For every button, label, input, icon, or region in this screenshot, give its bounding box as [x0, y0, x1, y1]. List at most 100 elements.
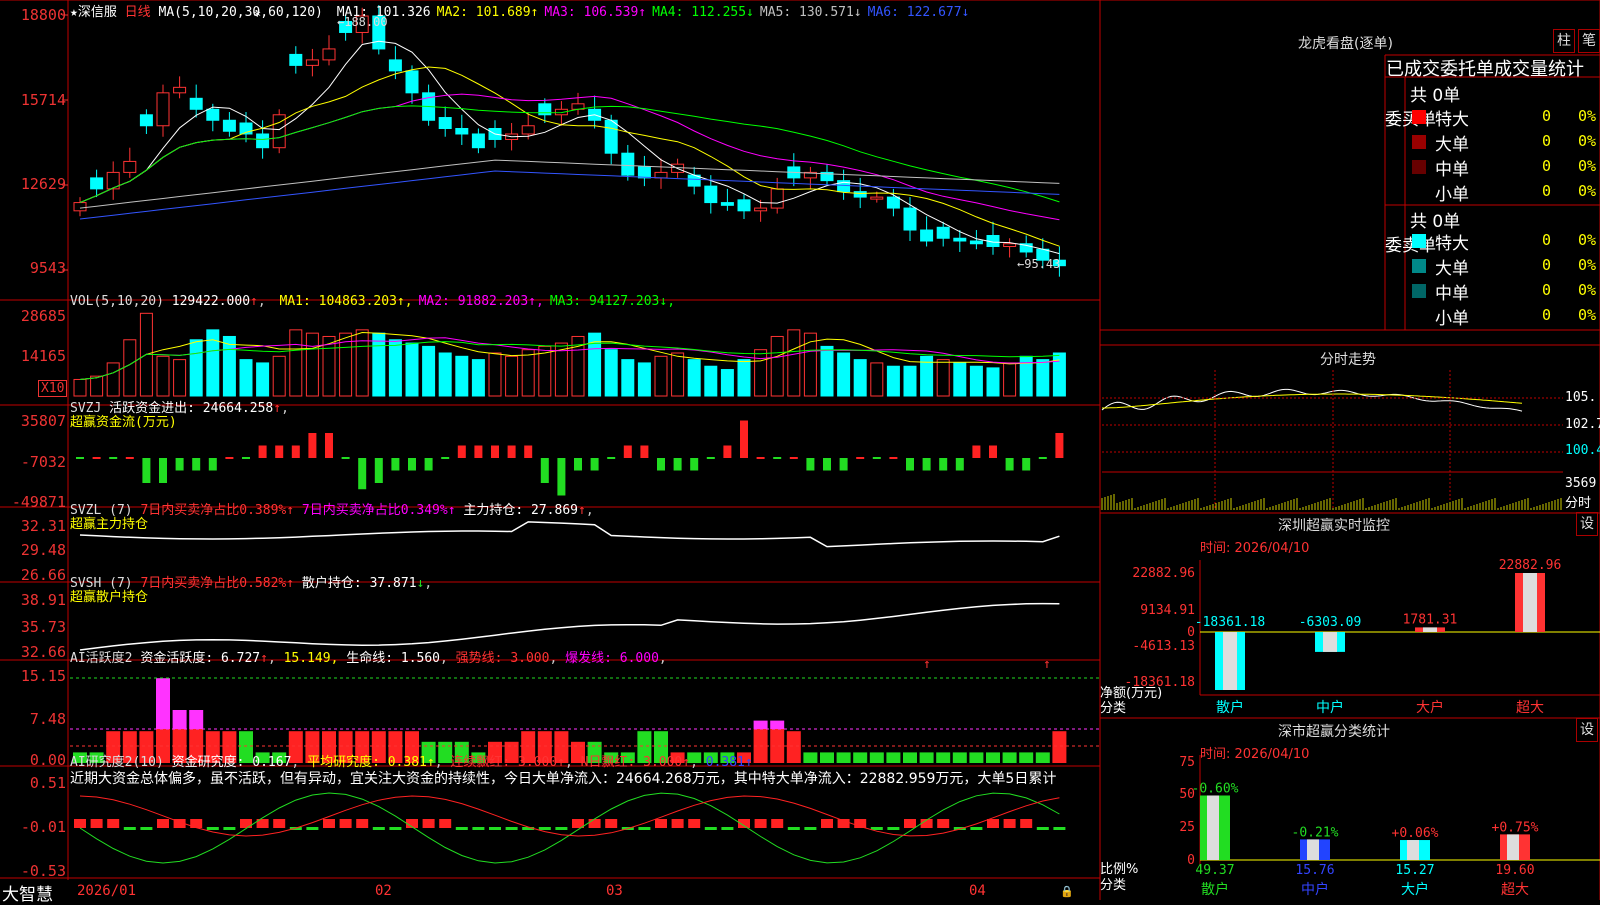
fund-flow-bar	[590, 458, 599, 471]
ma-value: MA2: 101.689↑	[436, 5, 539, 20]
ai-c-value: 1.560	[400, 651, 441, 666]
candle-body	[737, 199, 751, 212]
fund-flow-bar	[159, 458, 167, 483]
monitor-axis-tick: 22882.96	[1132, 566, 1195, 581]
research-bar	[638, 827, 651, 830]
research-bar	[1036, 827, 1049, 830]
classify-bar-shine	[1407, 840, 1419, 860]
activity-bar-upper	[172, 710, 187, 729]
research-bar	[987, 819, 999, 828]
volume-bar	[90, 375, 104, 397]
ma3-line	[79, 93, 1060, 221]
fund-flow-bar	[109, 457, 118, 459]
date-tick: 2026/01	[77, 883, 137, 899]
signal-arrow-icon: ↑	[923, 657, 931, 672]
fund-flow-bar	[1022, 458, 1031, 471]
activity-bar	[969, 752, 984, 763]
fund-flow-bar	[922, 458, 931, 471]
volume-bar	[621, 359, 635, 397]
order-row-name: 特大	[1435, 110, 1469, 130]
activity-bar	[1002, 752, 1017, 763]
classify-bar-shine	[1207, 795, 1219, 860]
fund-flow-bar	[939, 458, 948, 471]
research-bar	[439, 819, 452, 828]
svzl-stat-value: 27.869	[531, 503, 578, 518]
candle-body	[853, 191, 867, 198]
research-bar	[904, 819, 916, 828]
svzj-tick: -49871	[11, 493, 66, 511]
price-tick: 15714	[20, 91, 66, 109]
monitor-bar-value: -6303.09	[1299, 615, 1362, 630]
research-bar	[339, 819, 352, 828]
volume-bar	[687, 359, 701, 397]
activity-bar	[986, 752, 1000, 763]
left-axis: 18800 15714 12629 9543 28685 14165 35807…	[0, 0, 68, 900]
volume-bar	[289, 329, 303, 397]
ai-a-value: 6.727	[220, 651, 261, 666]
fund-flow-bar	[906, 458, 914, 471]
legend-swatch	[1412, 110, 1426, 124]
fenshi-price-line	[1101, 388, 1523, 412]
activity-bar	[1035, 752, 1050, 763]
classify-value-label: 49.37	[1195, 863, 1234, 878]
volume-bar	[853, 359, 867, 397]
order-row-count: 0	[1542, 281, 1552, 299]
volume-bar	[704, 365, 718, 397]
classify-xlabel: 分类	[1100, 878, 1127, 893]
research-bar	[555, 827, 568, 830]
volume-bar	[521, 349, 535, 397]
fund-flow-bar	[491, 445, 499, 458]
classify-settings-button[interactable]: 设	[1576, 718, 1598, 742]
fund-flow-bar	[806, 458, 815, 471]
fund-flow-bar	[1055, 433, 1064, 458]
research-bar	[489, 827, 501, 830]
monitor-category-label: 散户	[1216, 699, 1244, 716]
vol-ma-value: MA2: 91882.203↑,	[418, 294, 544, 309]
monitor-category-label: 大户	[1416, 699, 1444, 716]
classify-axis-tick: 0	[1187, 853, 1195, 868]
period-label[interactable]: 日线	[125, 5, 151, 20]
vol-title: VOL(5,10,20)	[70, 294, 164, 309]
lock-icon[interactable]: 🔒	[1060, 885, 1074, 898]
monitor-settings-button[interactable]: 设	[1576, 512, 1598, 536]
high-price-label: ←188.00	[337, 15, 388, 29]
candle-body	[256, 133, 270, 149]
order-row-pct: 0%	[1578, 231, 1597, 249]
ai-header: AI活跃度2 资金活跃度: 6.727↑, 15.149, 生命线: 1.560…	[70, 651, 667, 666]
research-bar	[273, 819, 286, 828]
svzl-tick: 29.48	[20, 541, 66, 559]
star-icon[interactable]: ★	[70, 5, 78, 20]
candle-body	[388, 59, 402, 72]
ma-value: MA6: 122.677↓	[867, 5, 970, 20]
volume-bar	[1036, 359, 1050, 397]
fund-flow-bar	[972, 445, 981, 458]
research-bar	[771, 819, 784, 828]
volume-bar	[372, 332, 386, 397]
fund-flow-bar	[955, 458, 964, 471]
research-bar	[970, 827, 983, 830]
ai2-tick: 0.51	[29, 774, 66, 792]
monitor-category-label: 中户	[1316, 699, 1344, 716]
svzl-tick: 26.66	[20, 566, 66, 584]
candle-body	[903, 207, 917, 231]
tick-mode-button[interactable]: 笔	[1578, 29, 1600, 53]
candle-body	[73, 202, 87, 212]
classify-category-label: 超大	[1501, 882, 1529, 898]
volume-bar	[720, 369, 734, 397]
vol-unit-badge: X10	[38, 380, 68, 397]
activity-bar-upper	[156, 678, 170, 729]
volume-bar	[870, 362, 884, 397]
svzj-value: 24664.258	[202, 401, 274, 416]
volume-bar	[156, 355, 170, 397]
volume-bar	[505, 355, 519, 397]
brand-logo: 大智慧	[2, 885, 53, 905]
classify-category-label: 散户	[1201, 881, 1229, 898]
activity-bar	[952, 752, 967, 763]
low-price-label: ←95.43	[1017, 257, 1061, 271]
monitor-title: 深圳超赢实时监控	[1278, 518, 1390, 534]
vol-header: VOL(5,10,20) 129422.000↑, MA1: 104863.20…	[70, 294, 676, 309]
research-bar	[90, 819, 103, 828]
bar-mode-button[interactable]: 柱	[1553, 29, 1575, 53]
ai-a-label: 资金活跃度:	[140, 651, 214, 666]
fenshi-tick: 105.	[1565, 390, 1597, 405]
